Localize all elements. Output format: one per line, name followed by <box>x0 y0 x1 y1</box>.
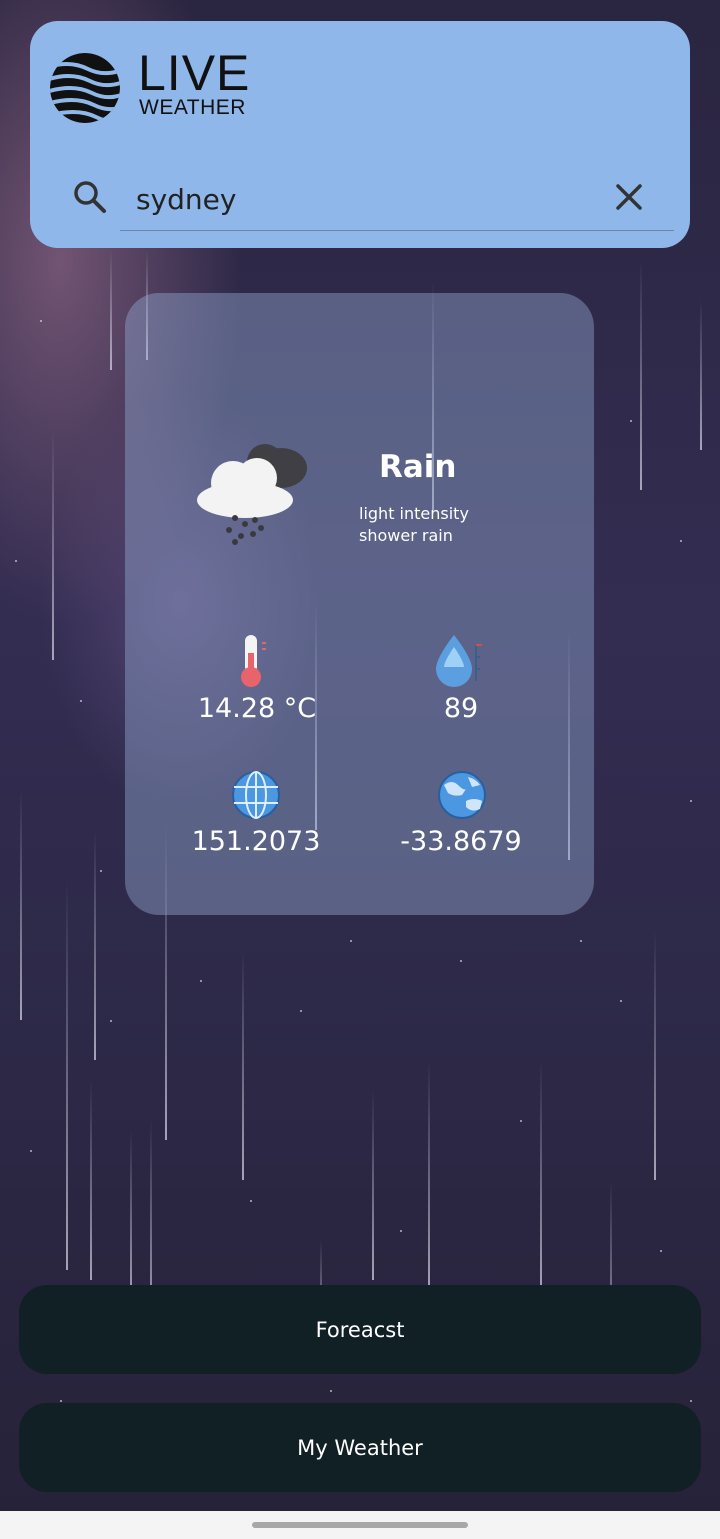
search-underline <box>120 230 674 231</box>
forecast-button[interactable]: Foreacst <box>19 1285 701 1374</box>
my-weather-button[interactable]: My Weather <box>19 1403 701 1492</box>
close-icon[interactable] <box>613 181 645 213</box>
weather-card: Rain light intensity shower rain 14.28 °… <box>125 293 594 915</box>
search-icon[interactable] <box>72 179 108 215</box>
striped-globe-icon <box>50 53 120 123</box>
longitude-value: 151.2073 <box>191 826 321 857</box>
humidity-value: 89 <box>443 693 479 724</box>
app-header: LIVE WEATHER <box>30 21 690 248</box>
logo-subtitle: WEATHER <box>139 96 246 119</box>
condition-description: light intensity shower rain <box>359 504 469 545</box>
water-drop-icon <box>436 635 482 687</box>
globe-icon <box>232 771 280 819</box>
thermometer-icon <box>241 635 266 687</box>
search-input[interactable] <box>120 177 600 221</box>
latitude-value: -33.8679 <box>400 826 522 857</box>
temperature-value: 14.28 °C <box>197 693 317 724</box>
earth-icon <box>438 771 486 819</box>
home-gesture-handle[interactable] <box>252 1522 468 1528</box>
condition-title: Rain <box>379 449 457 485</box>
system-navigation-bar <box>0 1511 720 1539</box>
logo-title: LIVE <box>138 45 251 101</box>
rain-cloud-icon <box>197 444 307 545</box>
